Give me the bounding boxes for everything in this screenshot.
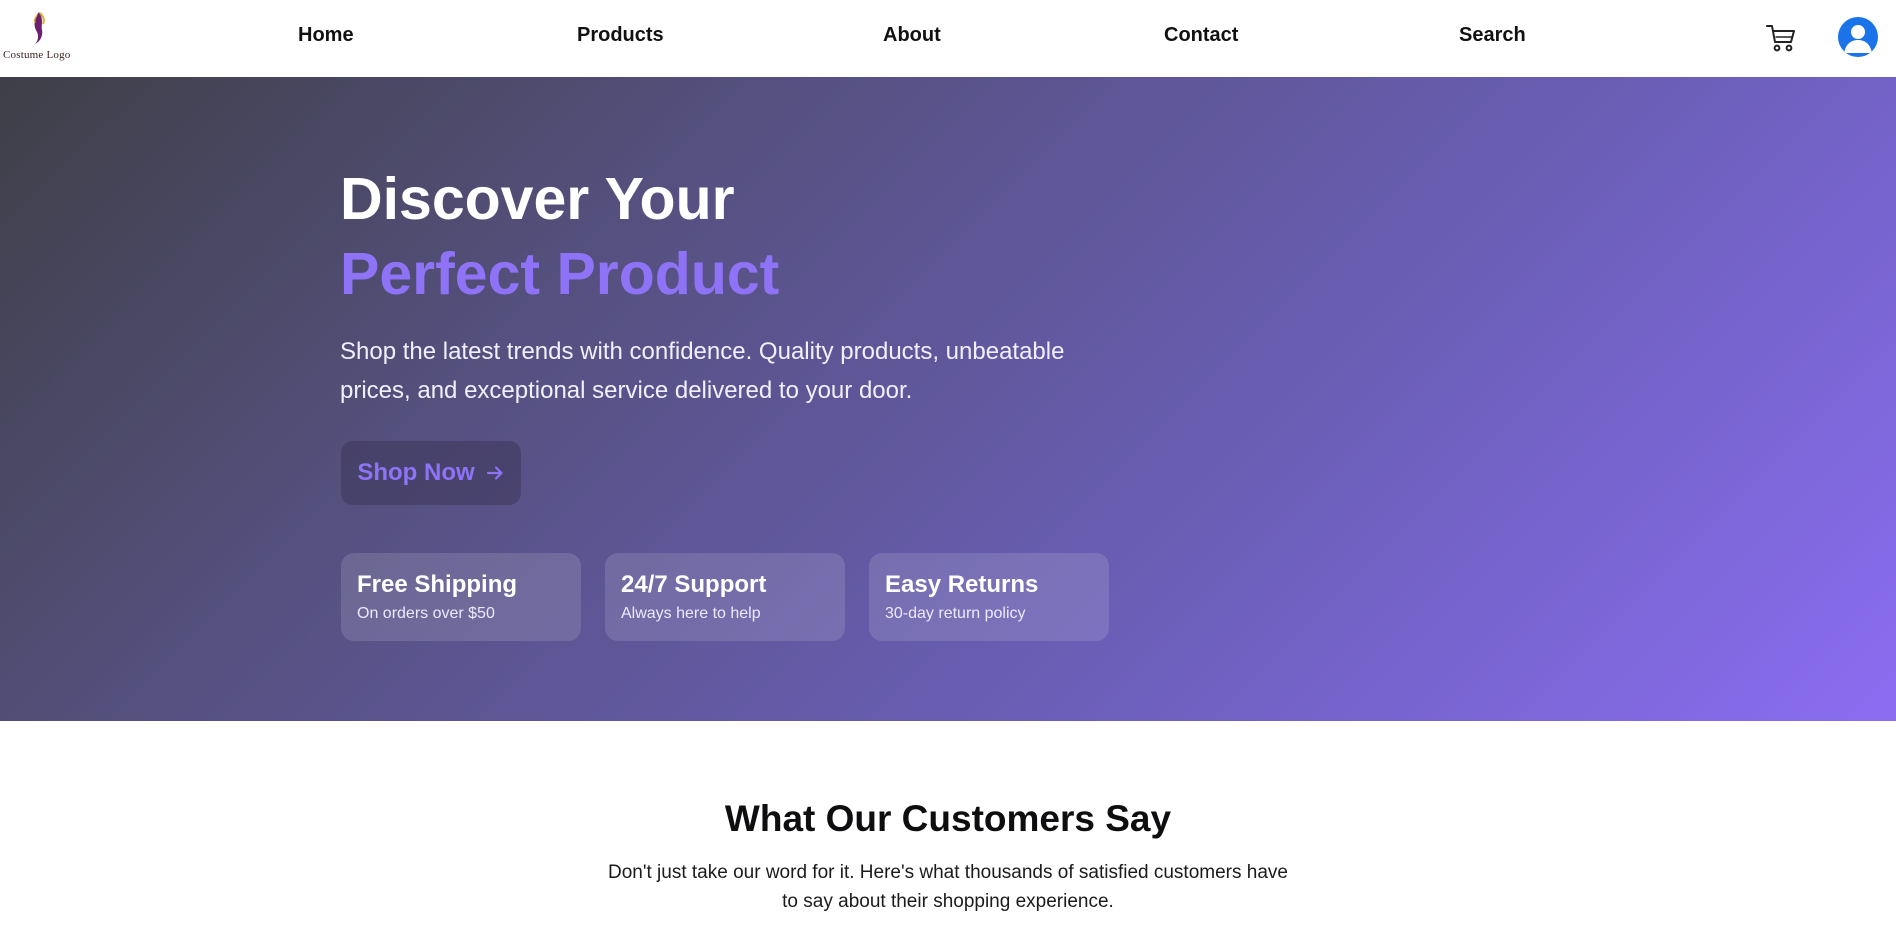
top-navbar: Costume Logo Home Products About Contact… (0, 0, 1896, 77)
feature-title: 24/7 Support (621, 571, 767, 598)
feature-card-shipping: Free Shipping On orders over $50 (341, 553, 581, 641)
nav-home[interactable]: Home (298, 24, 354, 47)
feature-card-support: 24/7 Support Always here to help (605, 553, 845, 641)
nav-contact[interactable]: Contact (1164, 24, 1238, 47)
shop-now-button[interactable]: Shop Now (341, 441, 521, 505)
feature-title: Easy Returns (885, 571, 1039, 598)
hero-section: Discover Your Perfect Product Shop the l… (0, 77, 1896, 721)
hero-title: Discover Your Perfect Product (340, 162, 779, 312)
testimonials-subtitle: Don't just take our word for it. Here's … (608, 862, 1288, 912)
feature-card-returns: Easy Returns 30-day return policy (869, 553, 1109, 641)
user-avatar-icon[interactable] (1838, 17, 1878, 57)
nav-products[interactable]: Products (577, 24, 664, 47)
hero-title-line2: Perfect Product (340, 241, 780, 307)
hero-title-line1: Discover Your (340, 166, 735, 232)
hero-subtitle: Shop the latest trends with confidence. … (340, 338, 1065, 404)
brand-logo[interactable]: Costume Logo (0, 8, 80, 64)
feature-desc: On orders over $50 (357, 605, 495, 622)
nav-about[interactable]: About (883, 24, 941, 47)
logo-text: Costume Logo (3, 49, 71, 61)
cart-icon[interactable] (1765, 22, 1797, 54)
feature-desc: Always here to help (621, 605, 761, 622)
feature-desc: 30-day return policy (885, 605, 1026, 622)
logo-feather-icon (33, 12, 45, 44)
feature-title: Free Shipping (357, 571, 518, 598)
arrow-right-icon (486, 466, 503, 480)
nav-search[interactable]: Search (1459, 24, 1526, 47)
shop-now-label: Shop Now (357, 459, 475, 486)
testimonials-heading: What Our Customers Say (724, 798, 1172, 839)
